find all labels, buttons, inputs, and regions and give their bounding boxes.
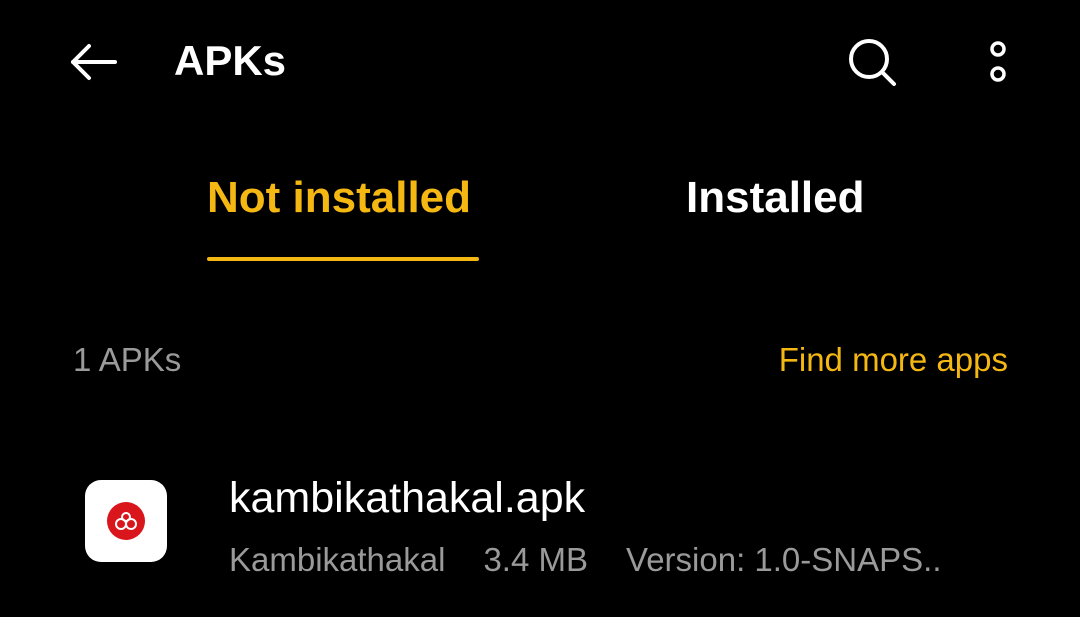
more-options-button[interactable] bbox=[976, 32, 1020, 92]
kambikathakal-app-icon bbox=[85, 480, 167, 562]
apk-app-name: Kambikathakal bbox=[229, 541, 446, 578]
find-more-apps-link[interactable]: Find more apps bbox=[779, 340, 1008, 380]
more-vertical-icon bbox=[990, 41, 1006, 82]
tab-not-installed[interactable]: Not installed bbox=[207, 170, 471, 226]
apk-size: 3.4 MB bbox=[483, 541, 588, 578]
top-app-bar: APKs bbox=[0, 0, 1080, 124]
tab-bar: Not installed Installed bbox=[0, 150, 1080, 270]
tab-installed[interactable]: Installed bbox=[686, 170, 865, 226]
apk-version: Version: 1.0-SNAPS.. bbox=[626, 541, 942, 578]
back-button[interactable] bbox=[62, 34, 124, 90]
list-header: 1 APKs Find more apps bbox=[0, 330, 1080, 390]
page-title: APKs bbox=[174, 37, 287, 84]
tab-selected-indicator bbox=[207, 257, 479, 261]
apk-details: Kambikathakal 3.4 MB Version: 1.0-SNAPS.. bbox=[229, 540, 941, 580]
app-logo-icon bbox=[107, 502, 145, 540]
search-button[interactable] bbox=[842, 32, 902, 92]
apk-file-name: kambikathakal.apk bbox=[229, 474, 586, 522]
apk-count: 1 APKs bbox=[73, 341, 182, 378]
arrow-left-icon bbox=[71, 44, 117, 80]
list-item[interactable]: kambikathakal.apk Kambikathakal 3.4 MB Ver… bbox=[0, 452, 1080, 602]
search-icon bbox=[849, 39, 896, 86]
